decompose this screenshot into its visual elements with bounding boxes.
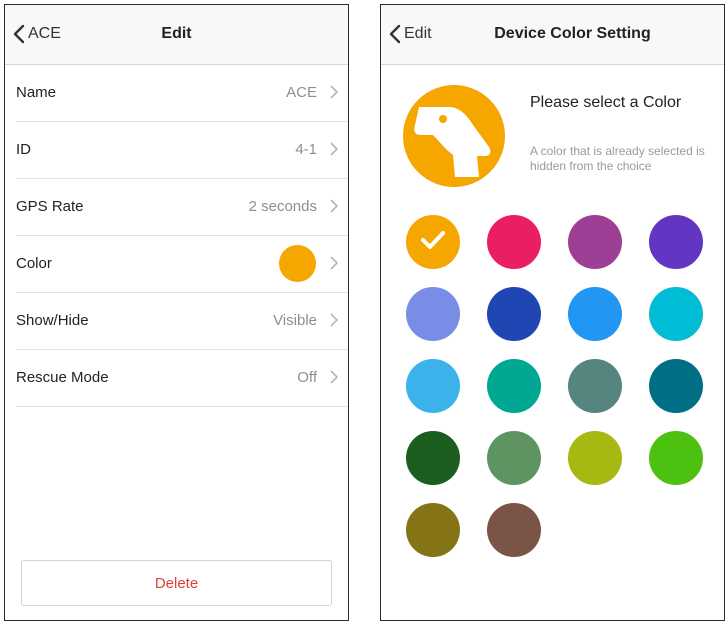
color-swatch[interactable] bbox=[487, 215, 541, 269]
row-rescue-mode[interactable]: Rescue Mode Off bbox=[16, 350, 348, 407]
row-gps-rate[interactable]: GPS Rate 2 seconds bbox=[16, 179, 348, 236]
edit-navbar: ACE Edit bbox=[5, 5, 348, 65]
color-swatch[interactable] bbox=[406, 287, 460, 341]
row-value: 4-1 bbox=[295, 141, 317, 158]
color-swatch[interactable] bbox=[568, 287, 622, 341]
row-value: 2 seconds bbox=[248, 198, 317, 215]
chevron-left-icon bbox=[389, 24, 404, 44]
color-swatch[interactable] bbox=[568, 215, 622, 269]
prompt-subtitle: A color that is already selected is hidd… bbox=[530, 144, 705, 173]
edit-screen: ACE Edit Name ACE ID 4-1 GPS Rate 2 seco… bbox=[4, 4, 349, 621]
chevron-right-icon bbox=[330, 370, 339, 389]
checkmark-icon bbox=[420, 229, 446, 256]
chevron-right-icon bbox=[330, 199, 339, 218]
row-label: Rescue Mode bbox=[16, 369, 109, 386]
row-label: Name bbox=[16, 84, 57, 101]
color-swatch[interactable] bbox=[649, 359, 703, 413]
chevron-right-icon bbox=[330, 85, 339, 104]
color-swatch[interactable] bbox=[568, 431, 622, 485]
color-swatch[interactable] bbox=[487, 431, 541, 485]
color-swatch[interactable] bbox=[406, 503, 460, 557]
row-label: GPS Rate bbox=[16, 198, 84, 215]
chevron-right-icon bbox=[330, 142, 339, 161]
settings-list: Name ACE ID 4-1 GPS Rate 2 seconds Color… bbox=[5, 65, 348, 407]
row-show-hide[interactable]: Show/Hide Visible bbox=[16, 293, 348, 350]
color-setting-screen: Edit Device Color Setting Please select … bbox=[380, 4, 725, 621]
row-color[interactable]: Color bbox=[16, 236, 348, 293]
selected-color-dot bbox=[279, 245, 316, 282]
color-swatch[interactable] bbox=[568, 359, 622, 413]
color-swatch[interactable] bbox=[406, 359, 460, 413]
color-swatch[interactable] bbox=[649, 287, 703, 341]
delete-button[interactable]: Delete bbox=[21, 560, 332, 606]
color-navbar: Edit Device Color Setting bbox=[381, 5, 724, 65]
row-value: ACE bbox=[286, 84, 317, 101]
row-id[interactable]: ID 4-1 bbox=[16, 122, 348, 179]
row-name[interactable]: Name ACE bbox=[16, 65, 348, 122]
color-swatch[interactable] bbox=[406, 431, 460, 485]
row-value: Off bbox=[297, 369, 317, 386]
color-swatch[interactable] bbox=[487, 287, 541, 341]
color-swatch[interactable] bbox=[406, 215, 460, 269]
dog-head-icon bbox=[403, 85, 505, 187]
color-swatch[interactable] bbox=[487, 359, 541, 413]
row-label: ID bbox=[16, 141, 31, 158]
row-value: Visible bbox=[273, 312, 317, 329]
color-swatch[interactable] bbox=[487, 503, 541, 557]
page-title: Edit bbox=[161, 25, 192, 42]
page-title: Device Color Setting bbox=[494, 25, 651, 42]
color-swatch[interactable] bbox=[649, 431, 703, 485]
prompt-title: Please select a Color bbox=[530, 94, 682, 111]
color-swatch[interactable] bbox=[649, 215, 703, 269]
chevron-right-icon bbox=[330, 313, 339, 332]
row-label: Color bbox=[16, 255, 52, 272]
row-label: Show/Hide bbox=[16, 312, 89, 329]
chevron-right-icon bbox=[330, 256, 339, 275]
